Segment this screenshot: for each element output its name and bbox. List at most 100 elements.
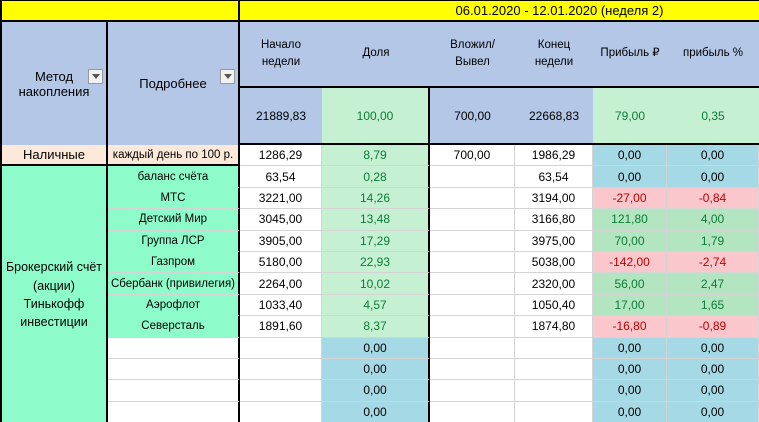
cell-week-start[interactable]: 3221,00 [240, 188, 322, 209]
cell-detail[interactable]: Аэрофлот [108, 295, 240, 316]
cell-in-out[interactable] [430, 380, 515, 401]
summary-week-end[interactable]: 22668,83 [515, 88, 593, 145]
cell-week-start[interactable] [240, 338, 322, 359]
cell-week-end[interactable]: 1050,40 [515, 295, 593, 316]
group-broker-account[interactable]: Брокерский счёт (акции) Тинькофф инвести… [2, 166, 108, 422]
cell-week-start[interactable]: 3905,00 [240, 231, 322, 252]
cell-week-start[interactable]: 5180,00 [240, 252, 322, 273]
summary-profit-rub[interactable]: 79,00 [593, 88, 667, 145]
cell-profit-rub[interactable]: 0,00 [593, 380, 667, 401]
cell-share[interactable]: 17,29 [322, 231, 430, 252]
cell-week-start[interactable]: 1891,60 [240, 316, 322, 337]
summary-week-start[interactable]: 21889,83 [240, 88, 322, 145]
cell-profit-pct[interactable]: 0,00 [667, 380, 759, 401]
cell-in-out[interactable] [430, 402, 515, 422]
cell-week-start[interactable]: 1033,40 [240, 295, 322, 316]
cell-profit-pct[interactable]: 1,65 [667, 295, 759, 316]
cell-profit-rub[interactable]: 121,80 [593, 209, 667, 230]
period-title[interactable]: 06.01.2020 - 12.01.2020 (неделя 2) [240, 1, 759, 22]
cell-week-start[interactable] [240, 402, 322, 422]
cell-profit-pct[interactable]: 0,00 [667, 145, 759, 166]
cell-week-start[interactable]: 1286,29 [240, 145, 322, 166]
details-header-cell[interactable]: Подробнее [108, 22, 240, 145]
cell-profit-rub[interactable]: -27,00 [593, 188, 667, 209]
cell-week-end[interactable] [515, 338, 593, 359]
summary-share[interactable]: 100,00 [322, 88, 430, 145]
cell-week-end[interactable] [515, 359, 593, 380]
cell-profit-rub[interactable]: 56,00 [593, 273, 667, 294]
cell-week-start[interactable] [240, 380, 322, 401]
cell-in-out[interactable]: 700,00 [430, 145, 515, 166]
col-header-profit-rub[interactable]: Прибыль ₽ [593, 22, 667, 88]
group-cash[interactable]: Наличные [2, 145, 108, 166]
cell-profit-rub[interactable]: 0,00 [593, 402, 667, 422]
summary-in-out[interactable]: 700,00 [430, 88, 515, 145]
cell-detail[interactable]: МТС [108, 188, 240, 209]
cell-detail[interactable]: Сбербанк (привилегия) [108, 273, 240, 294]
cell-week-end[interactable]: 1874,80 [515, 316, 593, 337]
details-filter-button[interactable] [220, 69, 235, 84]
cell-in-out[interactable] [430, 316, 515, 337]
cell-profit-rub[interactable]: 0,00 [593, 338, 667, 359]
cell-profit-pct[interactable]: 0,00 [667, 402, 759, 422]
cell-week-end[interactable] [515, 402, 593, 422]
cell-week-end[interactable]: 1986,29 [515, 145, 593, 166]
col-header-week-end[interactable]: Конец недели [515, 22, 593, 88]
cell-in-out[interactable] [430, 166, 515, 187]
cell-detail[interactable]: Группа ЛСР [108, 231, 240, 252]
cell-week-end[interactable]: 2320,00 [515, 273, 593, 294]
cell-week-end[interactable]: 5038,00 [515, 252, 593, 273]
cell-detail[interactable]: Газпром [108, 252, 240, 273]
cell-week-start[interactable] [240, 359, 322, 380]
cell-profit-pct[interactable]: 2,47 [667, 273, 759, 294]
yellow-corner-cell[interactable] [2, 1, 240, 22]
cell-detail[interactable]: баланс счёта [108, 166, 240, 187]
cell-profit-rub[interactable]: -142,00 [593, 252, 667, 273]
cell-week-end[interactable] [515, 380, 593, 401]
cell-share[interactable]: 14,26 [322, 188, 430, 209]
summary-profit-pct[interactable]: 0,35 [667, 88, 759, 145]
cell-week-start[interactable]: 2264,00 [240, 273, 322, 294]
cell-profit-pct[interactable]: 0,00 [667, 359, 759, 380]
cell-detail[interactable]: Северсталь [108, 316, 240, 337]
col-header-week-start[interactable]: Начало недели [240, 22, 322, 88]
cell-week-end[interactable]: 3194,00 [515, 188, 593, 209]
cell-profit-pct[interactable]: -0,89 [667, 316, 759, 337]
cell-share[interactable]: 0,00 [322, 402, 430, 422]
cell-in-out[interactable] [430, 209, 515, 230]
cell-week-end[interactable]: 3166,80 [515, 209, 593, 230]
cell-profit-pct[interactable]: 4,00 [667, 209, 759, 230]
cell-week-start[interactable]: 3045,00 [240, 209, 322, 230]
cell-share[interactable]: 4,57 [322, 295, 430, 316]
cell-share[interactable]: 0,28 [322, 166, 430, 187]
cell-profit-pct[interactable]: -0,84 [667, 188, 759, 209]
cell-profit-pct[interactable]: 0,00 [667, 338, 759, 359]
cell-share[interactable]: 13,48 [322, 209, 430, 230]
cell-share[interactable]: 8,79 [322, 145, 430, 166]
cell-share[interactable]: 0,00 [322, 338, 430, 359]
cell-profit-rub[interactable]: 0,00 [593, 166, 667, 187]
col-header-profit-pct[interactable]: прибыль % [667, 22, 759, 88]
cell-share[interactable]: 10,02 [322, 273, 430, 294]
cell-share[interactable]: 0,00 [322, 359, 430, 380]
cell-in-out[interactable] [430, 295, 515, 316]
cell-profit-pct[interactable]: 1,79 [667, 231, 759, 252]
cell-detail[interactable] [108, 359, 240, 380]
cell-share[interactable]: 0,00 [322, 380, 430, 401]
cell-week-end[interactable]: 3975,00 [515, 231, 593, 252]
cell-detail[interactable] [108, 380, 240, 401]
cell-profit-rub[interactable]: 0,00 [593, 359, 667, 380]
cell-in-out[interactable] [430, 252, 515, 273]
cell-detail[interactable] [108, 338, 240, 359]
cell-week-start[interactable]: 63,54 [240, 166, 322, 187]
cell-profit-pct[interactable]: 0,00 [667, 166, 759, 187]
col-header-in-out[interactable]: Вложил/ Вывел [430, 22, 515, 88]
cell-in-out[interactable] [430, 273, 515, 294]
cell-in-out[interactable] [430, 338, 515, 359]
cell-share[interactable]: 22,93 [322, 252, 430, 273]
cell-profit-pct[interactable]: -2,74 [667, 252, 759, 273]
cell-in-out[interactable] [430, 231, 515, 252]
cell-profit-rub[interactable]: 70,00 [593, 231, 667, 252]
cell-in-out[interactable] [430, 359, 515, 380]
cell-profit-rub[interactable]: 17,00 [593, 295, 667, 316]
